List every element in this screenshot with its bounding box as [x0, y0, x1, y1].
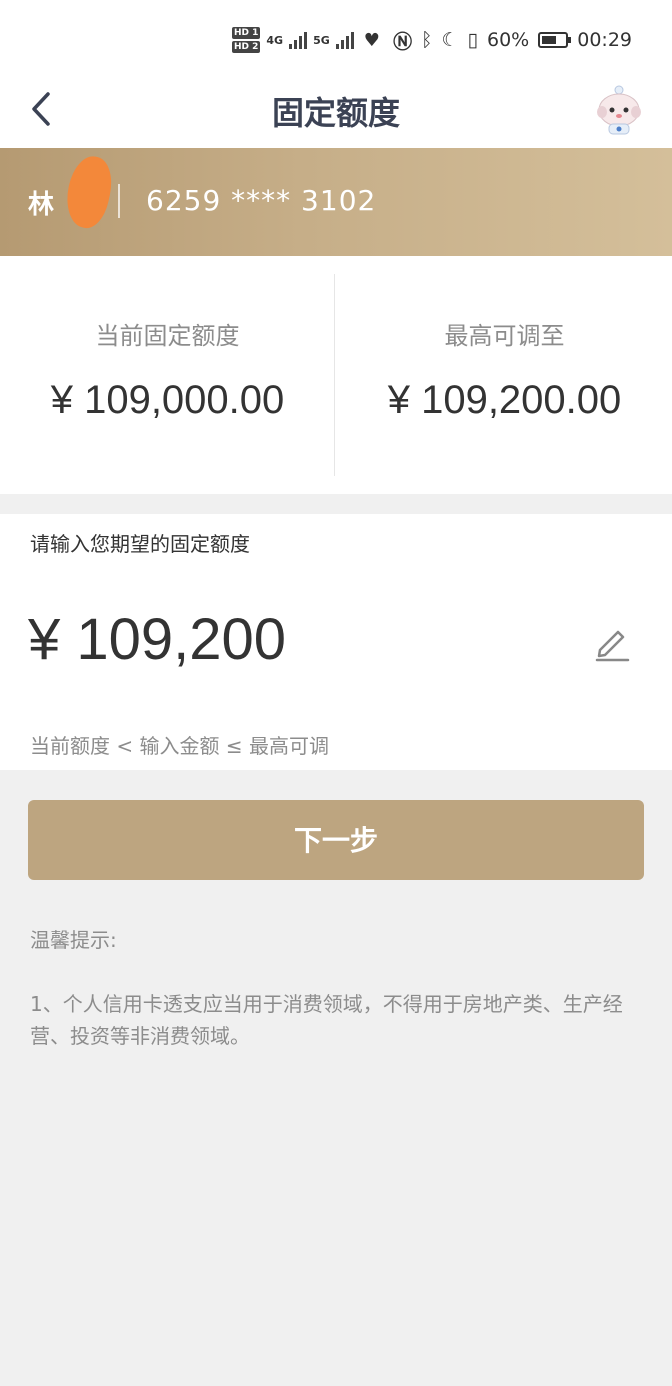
tips-item: 1、个人信用卡透支应当用于消费领域，不得用于房地产类、生产经营、投资等非消费领域…	[30, 992, 623, 1048]
status-time: 00:29	[577, 29, 632, 51]
amount-input-section: 请输入您期望的固定额度 ¥ 109,200 当前额度 < 输入金额 ≤ 最高可调	[0, 514, 672, 770]
tips-title: 温馨提示:	[30, 928, 117, 952]
pencil-icon	[595, 630, 630, 662]
battery-icon	[538, 32, 572, 48]
page-title: 固定额度	[271, 94, 400, 132]
moon-icon: ☾	[441, 29, 459, 51]
network-5g-label: 5G	[313, 33, 330, 47]
status-bar-right: Ⓝ ᛒ ☾ ▯ 60% 00:29	[393, 26, 632, 54]
limits-panel: 当前固定额度 ¥ 109,000.00 最高可调至 ¥ 109,200.00	[0, 256, 672, 494]
hd-indicator: HD 1 HD 2	[232, 26, 261, 54]
card-banner: 林 6259 **** 3102	[0, 148, 672, 256]
amount-range-hint: 当前额度 < 输入金额 ≤ 最高可调	[30, 734, 329, 758]
status-bar: HD 1 HD 2 4G 5G ♥ Ⓝ ᛒ ☾ ▯ 60% 00:29	[0, 0, 672, 78]
hd1-badge: HD 1	[232, 27, 261, 39]
max-limit-value: ¥ 109,200.00	[387, 378, 622, 422]
hd2-badge: HD 2	[232, 41, 261, 53]
signal-2-icon	[335, 31, 354, 49]
signal-1-icon	[289, 31, 308, 49]
card-number: 6259 **** 3102	[146, 184, 377, 217]
vibrate-icon: ▯	[467, 29, 478, 51]
limits-divider	[334, 274, 335, 476]
max-limit-label: 最高可调至	[444, 322, 565, 350]
bluetooth-icon: ᛒ	[421, 29, 433, 51]
battery-percent: 60%	[487, 29, 530, 51]
max-limit-block: 最高可调至 ¥ 109,200.00	[337, 256, 672, 494]
heart-icon: ♥	[363, 29, 380, 51]
next-step-button[interactable]: 下一步	[28, 800, 644, 880]
card-divider	[118, 184, 120, 218]
current-limit-label: 当前固定额度	[95, 322, 240, 350]
network-4g-label: 4G	[266, 33, 284, 47]
current-limit-block: 当前固定额度 ¥ 109,000.00	[0, 256, 335, 494]
nfc-icon: Ⓝ	[393, 30, 413, 53]
card-holder-name: 林	[28, 190, 55, 220]
current-limit-value: ¥ 109,000.00	[50, 378, 285, 422]
assistant-avatar-icon[interactable]	[592, 82, 646, 138]
redaction-mark	[60, 152, 118, 232]
edit-button[interactable]	[592, 622, 632, 662]
nav-bar: 固定额度	[0, 78, 672, 148]
status-bar-left: HD 1 HD 2 4G 5G ♥	[232, 24, 380, 56]
amount-prompt: 请输入您期望的固定额度	[30, 532, 250, 556]
amount-input[interactable]: ¥ 109,200	[28, 606, 286, 673]
